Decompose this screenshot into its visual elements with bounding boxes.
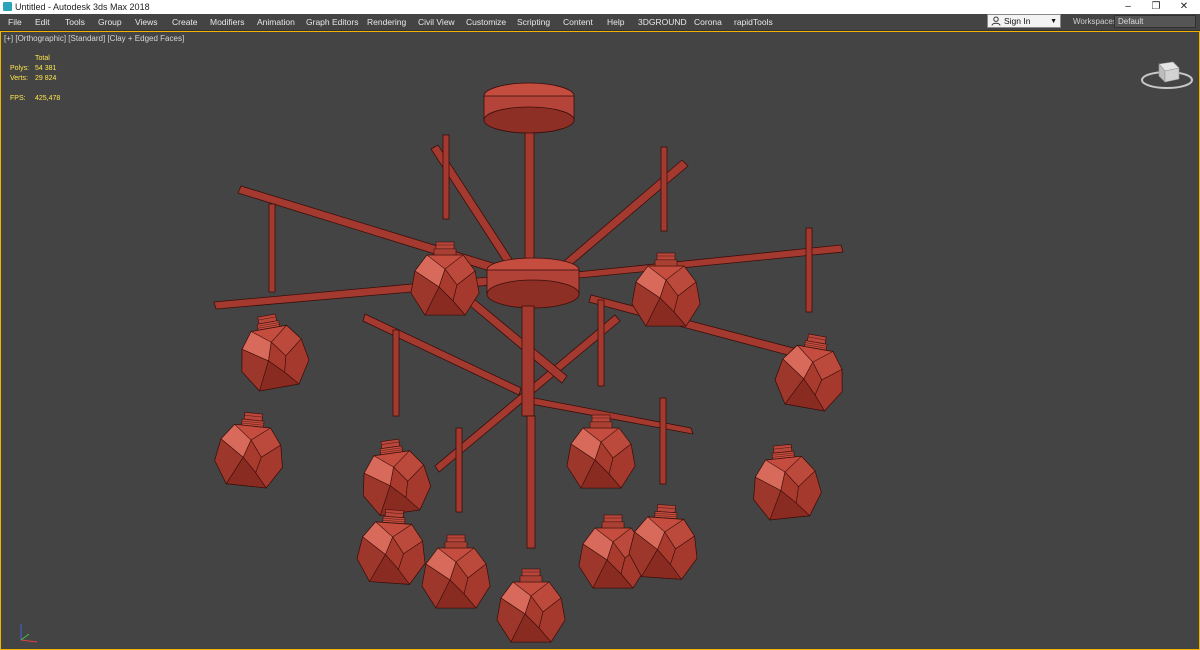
viewport-menu-plus[interactable]: [+] xyxy=(4,34,13,43)
user-icon xyxy=(991,16,1001,26)
viewport-shading-mode[interactable]: [Clay + Edged Faces] xyxy=(107,34,184,43)
menu-file[interactable]: File xyxy=(8,16,22,28)
viewport-point-of-view[interactable]: [Orthographic] xyxy=(15,34,66,43)
axis-tripod-icon xyxy=(20,624,38,643)
menu-civil-view[interactable]: Civil View xyxy=(418,16,455,28)
sign-in-label: Sign In xyxy=(1004,16,1031,26)
viewport-label: [+] [Orthographic] [Standard] [Clay + Ed… xyxy=(4,34,184,43)
stats-verts-value: 29 824 xyxy=(35,75,57,82)
menu-corona[interactable]: Corona xyxy=(694,16,722,28)
chandelier-model xyxy=(212,82,852,643)
window-title: Untitled - Autodesk 3ds Max 2018 xyxy=(15,2,150,12)
perspective-viewport[interactable]: [+] [Orthographic] [Standard] [Clay + Ed… xyxy=(0,31,1200,650)
menu-graph-editors[interactable]: Graph Editors xyxy=(306,16,358,28)
menu-content[interactable]: Content xyxy=(563,16,593,28)
menu-customize[interactable]: Customize xyxy=(466,16,506,28)
stats-fps-label: FPS: xyxy=(10,95,26,102)
menu-views[interactable]: Views xyxy=(135,16,158,28)
close-button[interactable]: ✕ xyxy=(1169,0,1199,14)
chevron-down-icon: ▼ xyxy=(1050,18,1057,25)
menu-rendering[interactable]: Rendering xyxy=(367,16,406,28)
stats-polys-label: Polys: xyxy=(10,65,30,72)
title-bar: Untitled - Autodesk 3ds Max 2018 – ❐ ✕ xyxy=(0,0,1200,14)
menu-help[interactable]: Help xyxy=(607,16,624,28)
menu-group[interactable]: Group xyxy=(98,16,122,28)
viewcube-icon[interactable] xyxy=(1139,56,1195,92)
menu-modifiers[interactable]: Modifiers xyxy=(210,16,244,28)
restore-button[interactable]: ❐ xyxy=(1141,0,1171,14)
menu-3dground[interactable]: 3DGROUND xyxy=(638,16,687,28)
menu-scripting[interactable]: Scripting xyxy=(517,16,550,28)
menu-create[interactable]: Create xyxy=(172,16,198,28)
app-icon xyxy=(3,2,12,11)
menu-rapidtools[interactable]: rapidTools xyxy=(734,16,773,28)
menu-animation[interactable]: Animation xyxy=(257,16,295,28)
stats-fps-value: 425,478 xyxy=(35,95,61,102)
menu-edit[interactable]: Edit xyxy=(35,16,50,28)
workspaces-select[interactable]: Default xyxy=(1114,15,1196,28)
minimize-button[interactable]: – xyxy=(1113,0,1143,14)
sign-in-button[interactable]: Sign In ▼ xyxy=(987,14,1061,28)
workspaces-value: Default xyxy=(1118,17,1144,26)
menu-tools[interactable]: Tools xyxy=(65,16,85,28)
stats-total-label: Total xyxy=(35,55,50,62)
stats-verts-label: Verts: xyxy=(10,75,28,82)
viewport-standard[interactable]: [Standard] xyxy=(68,34,105,43)
workspaces-label: Workspaces: xyxy=(1073,17,1120,26)
stats-polys-value: 54 381 xyxy=(35,65,57,72)
